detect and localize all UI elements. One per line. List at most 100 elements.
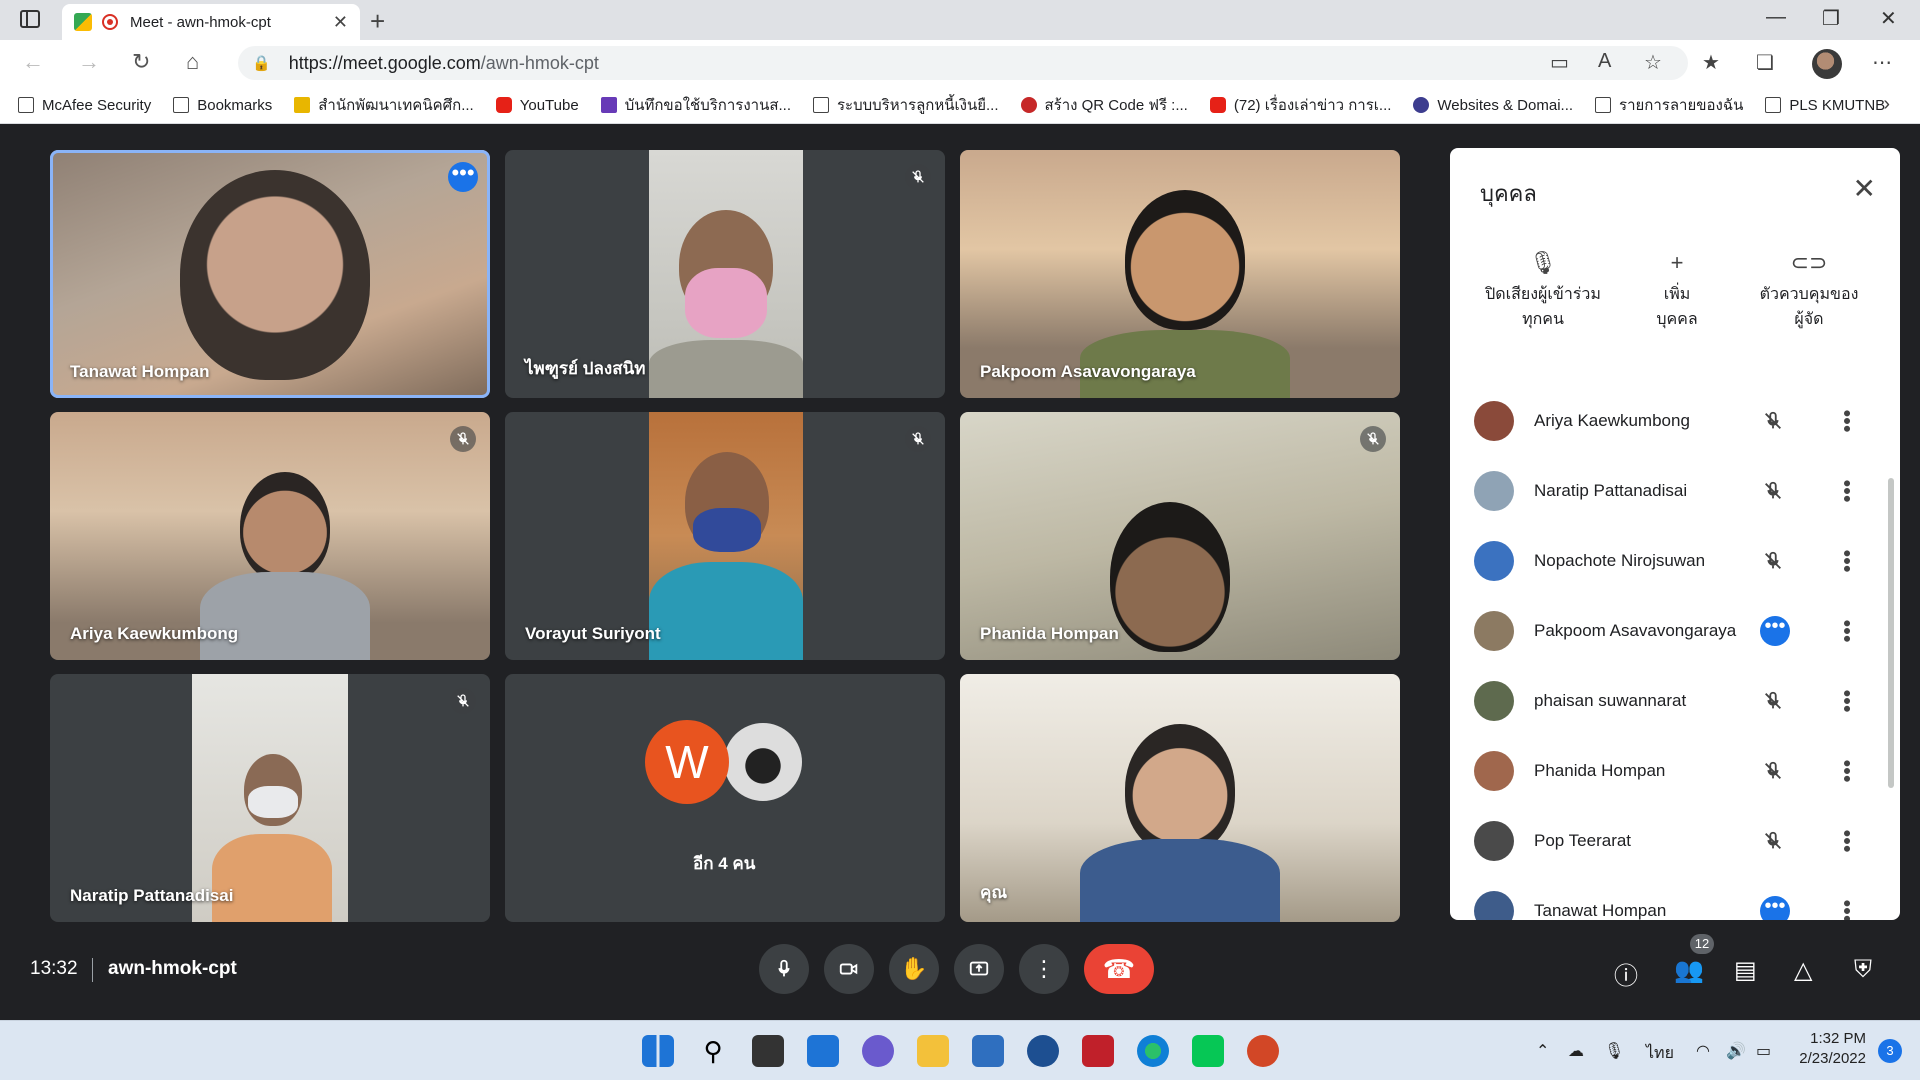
youtube-icon (495, 97, 512, 113)
site-icon (294, 97, 311, 113)
panel-scrollbar[interactable] (1888, 478, 1894, 788)
bookmark-item[interactable]: รายการลายของฉัน (1595, 93, 1743, 117)
participant-tile[interactable]: Phanida Hompan (960, 412, 1400, 660)
participant-tile[interactable]: ••• Tanawat Hompan (50, 150, 490, 398)
collections-icon[interactable]: ❏ (1756, 50, 1774, 75)
tab-title: Meet - awn-hmok-cpt (130, 13, 271, 31)
close-window-button[interactable]: ✕ (1880, 6, 1897, 31)
home-icon[interactable]: ⌂ (186, 49, 199, 75)
list-item[interactable]: Naratip Pattanadisai ••• (1450, 456, 1900, 526)
camera-blocked-icon[interactable]: ▭ (1550, 50, 1569, 75)
bookmarks-overflow-icon[interactable]: › (1883, 93, 1890, 116)
chevron-up-icon[interactable]: ⌃ (1536, 1041, 1549, 1061)
raise-hand-button[interactable]: ✋ (889, 944, 939, 994)
list-item[interactable]: Pakpoom Asavavongaraya ••• ••• (1450, 596, 1900, 666)
store-icon[interactable] (972, 1035, 1004, 1067)
reload-icon[interactable]: ↻ (132, 49, 150, 75)
people-icon[interactable]: 👥 (1674, 956, 1704, 985)
more-vert-icon[interactable]: ••• (1834, 479, 1860, 502)
line-icon[interactable] (1192, 1035, 1224, 1067)
start-menu-icon[interactable] (642, 1035, 674, 1067)
battery-icon[interactable]: ▭ (1756, 1041, 1771, 1061)
present-screen-button[interactable] (954, 944, 1004, 994)
self-tile[interactable]: คุณ (960, 674, 1400, 922)
list-item[interactable]: Pop Teerarat ••• (1450, 806, 1900, 876)
bookmark-item[interactable]: สร้าง QR Code ฟรี :... (1020, 93, 1188, 117)
maximize-button[interactable]: ❐ (1822, 6, 1840, 31)
participant-tile[interactable]: Vorayut Suriyont (505, 412, 945, 660)
more-vert-icon[interactable]: ••• (1834, 619, 1860, 642)
bookmark-item[interactable]: สำนักพัฒนาเทคนิคศึก... (294, 93, 474, 117)
microphone-tray-icon[interactable]: 🎙 (1604, 1041, 1624, 1061)
mic-off-icon (1765, 691, 1781, 709)
list-item[interactable]: phaisan suwannarat ••• (1450, 666, 1900, 736)
wifi-icon[interactable]: ◠ (1696, 1041, 1710, 1061)
sidebar-toggle-icon[interactable] (20, 10, 40, 28)
more-vert-icon[interactable]: ••• (1834, 689, 1860, 712)
browser-tab-meet[interactable]: Meet - awn-hmok-cpt ✕ (62, 4, 360, 40)
bookmark-item[interactable]: YouTube (495, 97, 579, 114)
list-item[interactable]: Ariya Kaewkumbong ••• (1450, 386, 1900, 456)
more-options-button[interactable]: ••• (448, 162, 478, 192)
more-options-button[interactable]: ⋮ (1019, 944, 1069, 994)
list-item[interactable]: Nopachote Nirojsuwan ••• (1450, 526, 1900, 596)
more-vert-icon[interactable]: ••• (1834, 829, 1860, 852)
list-item[interactable]: Phanida Hompan ••• (1450, 736, 1900, 806)
bookmark-item[interactable]: PLS KMUTNB (1765, 97, 1885, 114)
list-item[interactable]: Tanawat Hompan ••• ••• (1450, 876, 1900, 920)
host-controls-button[interactable]: ⊂⊃ ตัวควบคุมของ ผู้จัด (1734, 250, 1884, 332)
bookmark-item[interactable]: Bookmarks (173, 97, 272, 114)
edge-browser-icon[interactable] (1137, 1035, 1169, 1067)
app-icon[interactable] (1027, 1035, 1059, 1067)
leave-call-button[interactable]: ☎ (1084, 944, 1154, 994)
close-tab-icon[interactable]: ✕ (333, 12, 348, 33)
profile-avatar[interactable] (1812, 49, 1842, 79)
bookmark-item[interactable]: (72) เรื่องเล่าข่าว การเ... (1209, 93, 1391, 117)
host-controls-icon[interactable]: ⛨ (1854, 956, 1872, 984)
mcafee-icon[interactable] (1082, 1035, 1114, 1067)
new-tab-button[interactable]: + (370, 6, 385, 37)
file-explorer-icon[interactable] (917, 1035, 949, 1067)
forward-arrow-icon[interactable]: → (78, 49, 100, 75)
more-vert-icon[interactable]: ••• (1834, 549, 1860, 572)
bookmark-item[interactable]: บันทึกขอใช้บริการงานส... (600, 93, 791, 117)
bookmark-item[interactable]: ระบบบริหารลูกหนี้เงินยื... (813, 93, 999, 117)
search-icon[interactable]: ⚲ (697, 1035, 729, 1067)
minimize-button[interactable]: — (1766, 6, 1786, 29)
teams-chat-icon[interactable] (862, 1035, 894, 1067)
bookmark-item[interactable]: Websites & Domai... (1413, 97, 1573, 114)
activities-icon[interactable]: △ (1794, 956, 1812, 985)
system-clock[interactable]: 1:32 PM 2/23/2022 (1799, 1029, 1866, 1069)
add-people-button[interactable]: + เพิ่ม บุคคล (1602, 250, 1752, 332)
widgets-icon[interactable] (807, 1035, 839, 1067)
read-aloud-icon[interactable]: A (1598, 50, 1611, 73)
volume-icon[interactable]: 🔊 (1726, 1041, 1746, 1061)
more-vert-icon[interactable]: ••• (1834, 899, 1860, 920)
address-bar[interactable]: 🔒 https://meet.google.com/awn-hmok-cpt (238, 46, 1688, 80)
task-view-icon[interactable] (752, 1035, 784, 1067)
onedrive-icon[interactable]: ☁ (1568, 1041, 1584, 1061)
favorites-icon[interactable]: ★ (1702, 50, 1720, 75)
participant-tile[interactable]: ไพฑูรย์ ปลงสนิท (505, 150, 945, 398)
chat-icon[interactable]: ▤ (1734, 956, 1757, 985)
participant-tile[interactable]: Pakpoom Asavavongaraya (960, 150, 1400, 398)
participant-video (1125, 190, 1245, 330)
close-panel-icon[interactable]: ✕ (1853, 172, 1876, 205)
microphone-button[interactable] (759, 944, 809, 994)
add-favorite-icon[interactable]: ☆ (1644, 50, 1662, 75)
notification-badge[interactable]: 3 (1878, 1039, 1902, 1063)
camera-button[interactable] (824, 944, 874, 994)
more-vert-icon[interactable]: ••• (1834, 759, 1860, 782)
input-language[interactable]: ไทย (1646, 1041, 1674, 1066)
settings-more-icon[interactable]: ⋯ (1872, 50, 1892, 75)
powerpoint-icon[interactable] (1247, 1035, 1279, 1067)
more-vert-icon[interactable]: ••• (1834, 409, 1860, 432)
back-arrow-icon[interactable]: ← (22, 49, 44, 75)
meeting-info-icon[interactable]: ⓘ (1614, 956, 1638, 991)
participant-video (649, 150, 803, 398)
participant-tile[interactable]: Naratip Pattanadisai (50, 674, 490, 922)
participant-tile[interactable]: Ariya Kaewkumbong (50, 412, 490, 660)
bookmark-item[interactable]: McAfee Security (18, 97, 151, 114)
more-participants-tile[interactable]: W อีก 4 คน (505, 674, 945, 922)
mute-all-button[interactable]: 🎙 ปิดเสียงผู้เข้าร่วม ทุกคน (1468, 250, 1618, 332)
